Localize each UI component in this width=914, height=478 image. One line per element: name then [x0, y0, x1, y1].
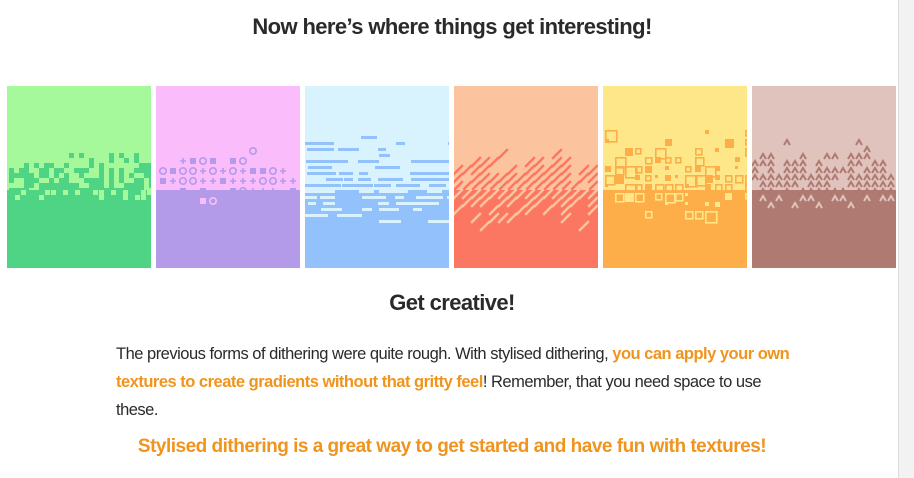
article-page: Now here’s where things get interesting!… — [0, 0, 898, 478]
body-paragraph: The previous forms of dithering were qui… — [116, 340, 806, 424]
swatch-blue-dashes — [305, 86, 449, 268]
section-heading: Now here’s where things get interesting! — [252, 14, 652, 39]
swatch-brown-zigzag — [752, 86, 896, 268]
swatch-orange-diagonals — [454, 86, 598, 268]
scrollbar-track[interactable] — [898, 0, 914, 478]
paragraph-text-start: The previous forms of dithering were qui… — [116, 345, 613, 363]
callout-text: Stylised dithering is a great way to get… — [137, 436, 767, 457]
swatch-yellow-squares — [603, 86, 747, 268]
swatch-green-checker — [7, 86, 151, 268]
dither-swatch-strip — [7, 86, 898, 268]
get-creative-heading: Get creative! — [389, 290, 515, 315]
swatch-pink-circles — [156, 86, 300, 268]
